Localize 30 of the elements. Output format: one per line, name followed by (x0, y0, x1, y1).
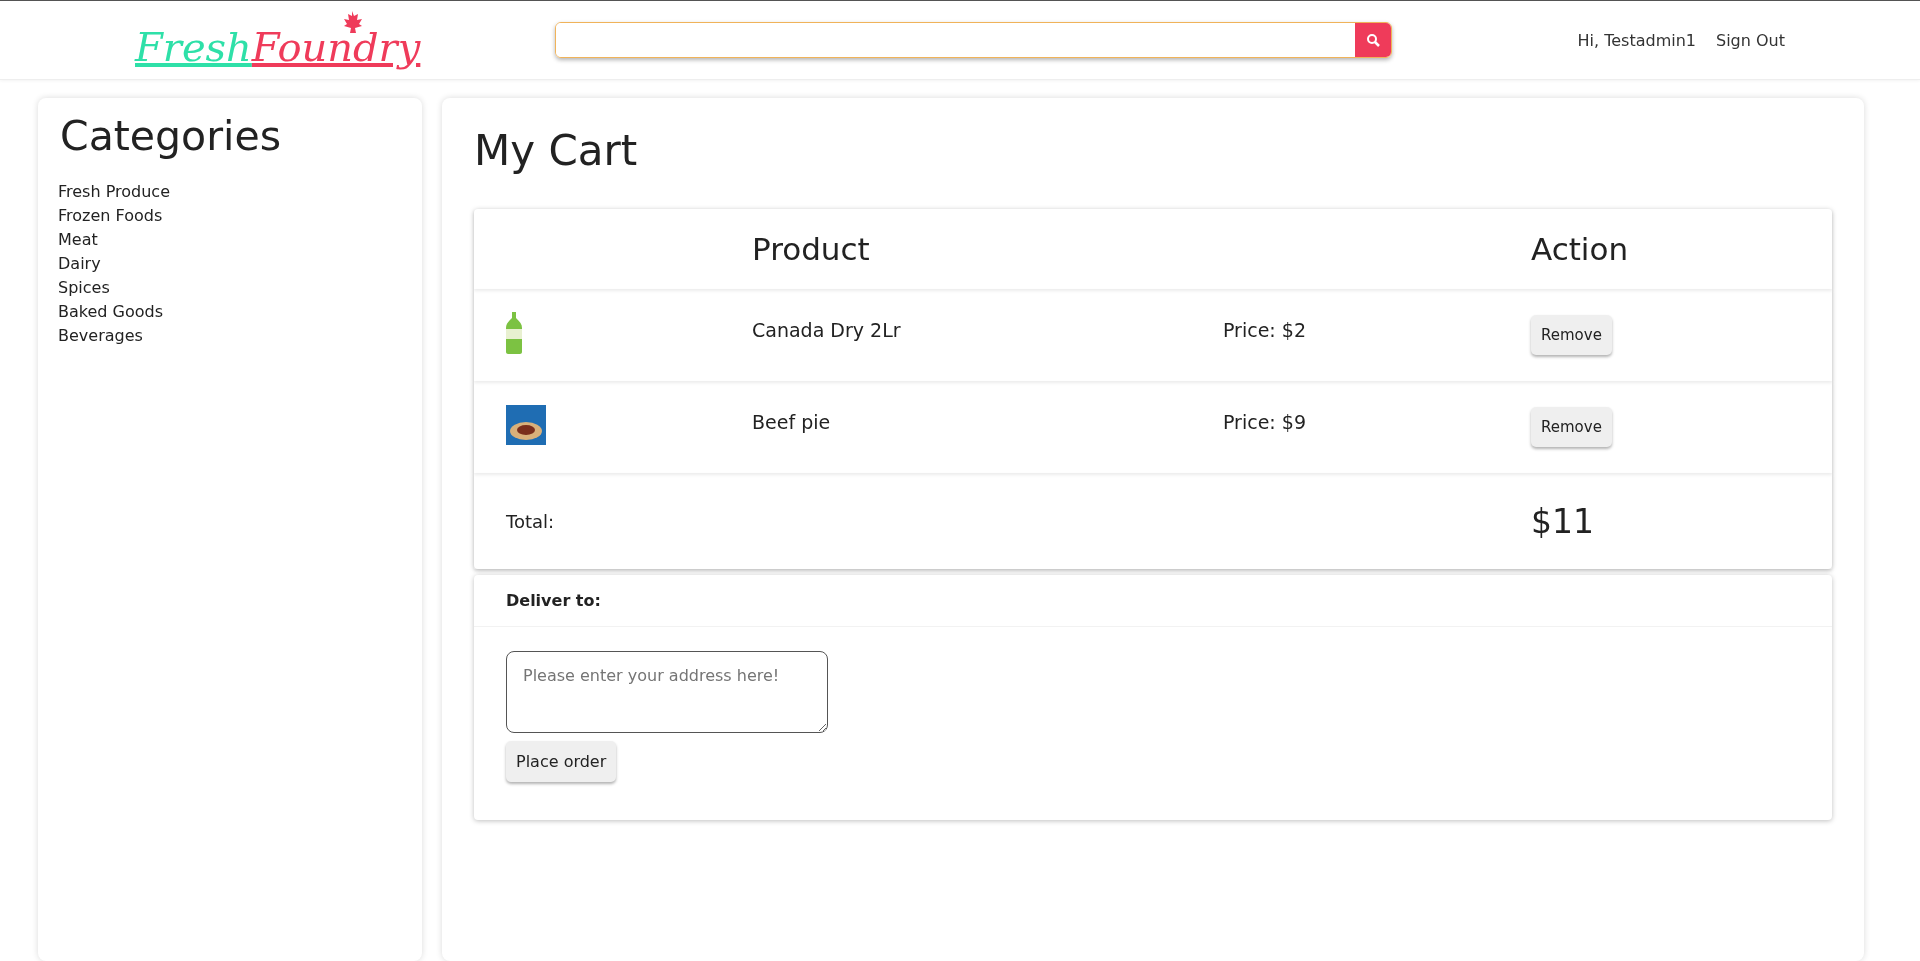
product-price: Price: $2 (1223, 319, 1307, 341)
category-link[interactable]: Baked Goods (58, 300, 402, 324)
address-field[interactable]: Please enter your address here! (506, 651, 828, 733)
remove-button[interactable]: Remove (1531, 315, 1612, 355)
category-link[interactable]: Fresh Produce (58, 180, 402, 204)
pie-box-photo (506, 405, 546, 445)
column-header: Action (1531, 231, 1630, 267)
search-icon (1366, 33, 1380, 47)
deliver-label: Deliver to: (506, 591, 601, 610)
sign-out-link[interactable]: Sign Out (1716, 30, 1785, 50)
column-header: Product (752, 231, 871, 267)
category-link[interactable]: Frozen Foods (58, 204, 402, 228)
category-link[interactable]: Beverages (58, 324, 402, 348)
place-order-button[interactable]: Place order (506, 741, 617, 782)
greeting-link[interactable]: Hi, Testadmin1 (1577, 30, 1696, 50)
total-label: Total: (506, 510, 556, 532)
total-amount: $11 (1531, 501, 1595, 541)
page-title: My Cart (474, 126, 639, 175)
category-link[interactable]: Spices (58, 276, 402, 300)
product-name: Beef pie (752, 411, 832, 433)
bottle-photo (506, 312, 522, 354)
sidebar-title: Categories (60, 112, 282, 160)
search-bar[interactable] (555, 22, 1392, 58)
product-name: Canada Dry 2Lr (752, 319, 902, 341)
category-link[interactable]: Meat (58, 228, 402, 252)
product-price: Price: $9 (1223, 411, 1307, 433)
category-link[interactable]: Dairy (58, 252, 402, 276)
fresh-foundry-logo[interactable]: FreshFoundry (135, 10, 425, 70)
search-button[interactable] (1355, 23, 1391, 57)
remove-button[interactable]: Remove (1531, 407, 1612, 447)
